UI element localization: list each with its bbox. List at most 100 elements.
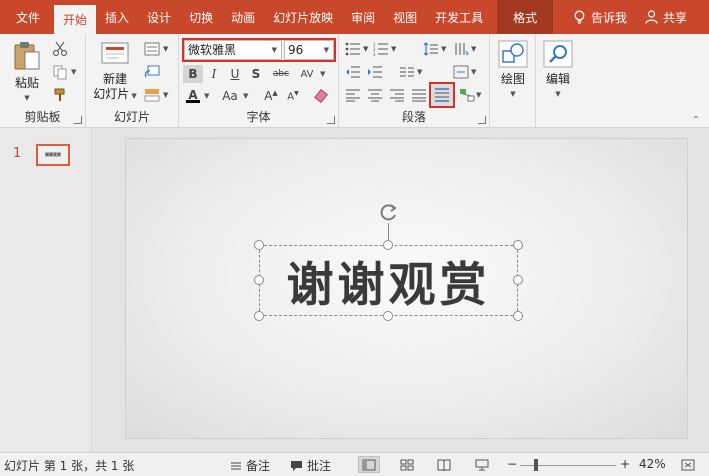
comments-button[interactable]: 批注 [290,457,331,474]
char-spacing-dropdown-icon[interactable]: ▼ [320,70,325,78]
line-spacing-dropdown-icon[interactable]: ▼ [441,45,446,53]
resize-handle-top-left[interactable] [254,240,264,250]
rotate-handle-icon[interactable] [378,201,400,223]
change-case-button[interactable]: Aa [217,87,243,105]
line-spacing-button[interactable] [421,40,441,58]
bold-button[interactable]: B [183,65,203,83]
collapse-ribbon-button[interactable]: ⌃ [686,110,706,128]
resize-handle-top-right[interactable] [513,240,523,250]
resize-handle-bottom-left[interactable] [254,311,264,321]
person-icon [645,10,658,24]
slide-sorter-button[interactable] [396,456,418,473]
tab-view[interactable]: 视图 [384,0,426,34]
notes-label: 备注 [246,459,271,473]
text-direction-dropdown-icon[interactable]: ▼ [471,45,476,53]
tell-me-button[interactable]: 告诉我 [573,9,627,26]
tab-review[interactable]: 审阅 [342,0,384,34]
slide-thumbnail-pane: 1 谢谢观赏 [0,128,92,452]
fit-to-window-button[interactable] [677,456,699,473]
bullets-dropdown-icon[interactable]: ▼ [363,45,368,53]
columns-dropdown-icon[interactable]: ▼ [417,68,422,76]
tab-transitions[interactable]: 切换 [180,0,222,34]
char-spacing-button[interactable]: AV [295,65,319,83]
drawing-button[interactable]: 绘图 ▼ [496,40,530,102]
tab-slideshow[interactable]: 幻灯片放映 [264,0,342,34]
notes-button[interactable]: 备注 [230,457,270,474]
zoom-in-button[interactable]: + [620,457,630,471]
new-slide-label-1: 新建 [102,72,127,86]
tab-format[interactable]: 格式 [497,0,554,34]
align-text-button[interactable] [451,63,471,81]
font-color-button[interactable]: A [183,87,203,105]
layout-dropdown-icon[interactable]: ▼ [163,45,168,53]
align-center-icon [368,89,382,102]
slide-thumbnail[interactable]: 谢谢观赏 [36,144,70,166]
tab-insert[interactable]: 插入 [96,0,138,34]
reading-view-button[interactable] [433,456,455,473]
increase-indent-button[interactable] [365,63,385,81]
normal-view-button[interactable] [358,456,380,473]
paste-button[interactable]: 粘贴 ▼ [8,40,46,106]
section-dropdown-icon[interactable]: ▼ [163,91,168,99]
tab-home[interactable]: 开始 [54,2,97,34]
layout-button[interactable] [142,40,162,58]
resize-handle-left[interactable] [254,275,264,285]
shapes-icon [498,40,528,68]
smartart-dropdown-icon[interactable]: ▼ [476,91,481,99]
justify-button[interactable] [409,86,429,104]
copy-dropdown-icon[interactable]: ▼ [71,68,76,76]
align-text-dropdown-icon[interactable]: ▼ [471,68,476,76]
copy-button[interactable] [50,63,70,81]
font-launcher-icon[interactable] [327,116,335,124]
eraser-icon [314,88,328,104]
clear-format-button[interactable] [311,87,331,105]
clipboard-launcher-icon[interactable] [74,116,82,124]
cut-button[interactable] [50,40,70,58]
decrease-font-button[interactable]: A▼ [283,87,303,105]
slideshow-button[interactable] [471,456,493,473]
tab-design[interactable]: 设计 [138,0,180,34]
section-button[interactable] [142,86,162,104]
resize-handle-right[interactable] [513,275,523,285]
slide-title-text[interactable]: 谢谢观赏 [287,246,491,315]
bullets-button[interactable] [343,40,363,58]
resize-handle-top[interactable] [383,240,393,250]
zoom-slider-thumb[interactable] [534,459,538,471]
resize-handle-bottom[interactable] [383,311,393,321]
tab-animations[interactable]: 动画 [222,0,264,34]
lightbulb-icon [574,10,585,24]
resize-handle-bottom-right[interactable] [513,311,523,321]
shadow-button[interactable]: S [246,65,266,83]
slide-canvas[interactable]: 谢谢观赏 [125,138,688,439]
align-left-button[interactable] [343,86,363,104]
italic-button[interactable]: I [204,65,224,83]
tab-developer[interactable]: 开发工具 [426,0,492,34]
editing-button[interactable]: 编辑 ▼ [540,40,576,102]
increase-font-button[interactable]: A▲ [261,87,281,105]
share-button[interactable]: 共享 [645,9,687,26]
format-painter-button[interactable] [50,86,70,104]
paragraph-launcher-icon[interactable] [478,116,486,124]
paragraph-group-label: 段落 [401,110,426,124]
change-case-dropdown-icon[interactable]: ▼ [243,92,248,100]
strikethrough-button[interactable]: abc [269,65,293,83]
zoom-level[interactable]: 42% [639,457,666,471]
underline-button[interactable]: U [225,65,245,83]
notes-icon [231,462,241,469]
reset-button[interactable] [142,63,162,81]
text-direction-button[interactable] [451,40,471,58]
decrease-indent-button[interactable] [343,63,363,81]
numbering-button[interactable]: 123 [371,40,391,58]
smartart-button[interactable] [457,86,477,104]
zoom-out-button[interactable]: − [507,457,517,471]
align-right-button[interactable] [387,86,407,104]
columns-button[interactable] [397,63,417,81]
selected-text-box[interactable]: 谢谢观赏 [259,245,518,316]
font-group-label: 字体 [246,110,271,124]
new-slide-button[interactable]: 新建 幻灯片 ▼ [90,40,140,104]
numbering-dropdown-icon[interactable]: ▼ [391,45,396,53]
align-center-button[interactable] [365,86,385,104]
ribbon: 粘贴 ▼ ▼ 剪贴板 新建 幻灯片 ▼ ▼ ▼ 幻灯片 微软雅黑 ▼ 96 ▼ … [0,34,709,128]
tab-file[interactable]: 文件 [0,0,54,34]
font-color-dropdown-icon[interactable]: ▼ [204,92,209,100]
